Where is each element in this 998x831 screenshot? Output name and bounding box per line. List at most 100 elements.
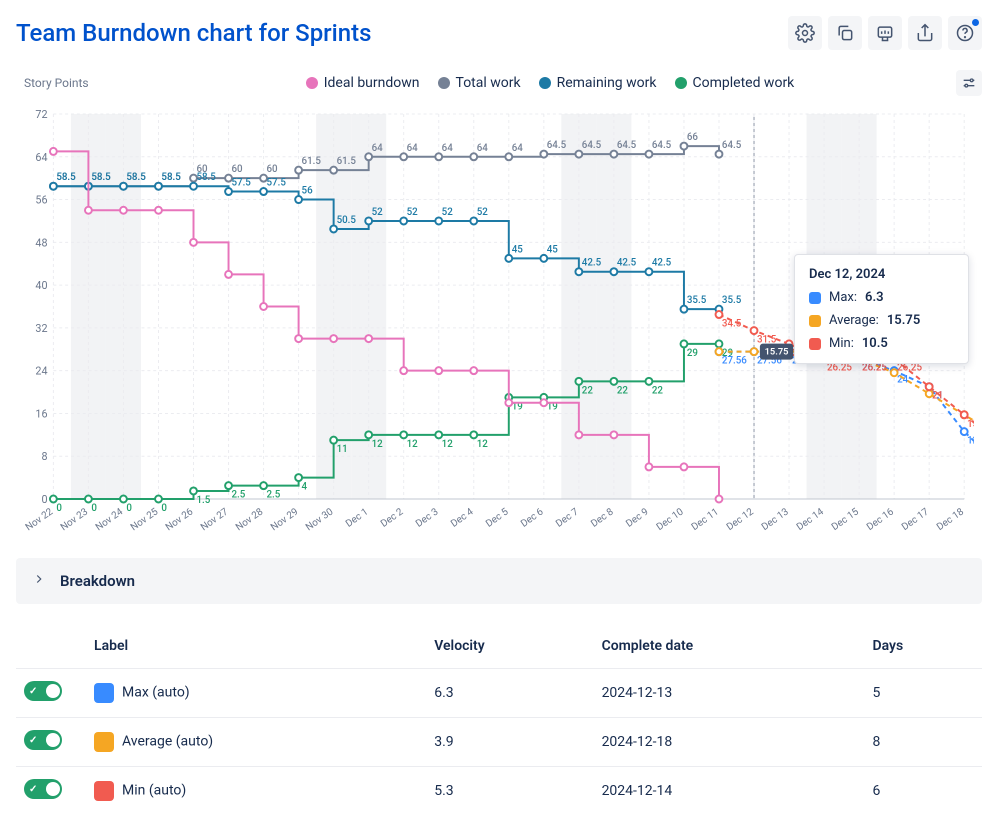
svg-text:Nov 25: Nov 25 xyxy=(129,506,161,533)
svg-text:0: 0 xyxy=(56,503,62,514)
svg-text:15.75: 15.75 xyxy=(765,347,789,358)
svg-text:Dec 9: Dec 9 xyxy=(624,506,650,530)
svg-text:Nov 23: Nov 23 xyxy=(59,506,90,533)
support-icon[interactable] xyxy=(868,16,902,50)
svg-text:Dec 5: Dec 5 xyxy=(484,506,511,530)
breakdown-accordion[interactable]: Breakdown xyxy=(16,558,982,604)
svg-text:64.5: 64.5 xyxy=(547,140,567,151)
svg-text:57.5: 57.5 xyxy=(231,177,251,188)
svg-text:26.25: 26.25 xyxy=(827,363,852,374)
svg-text:64: 64 xyxy=(372,143,383,154)
svg-text:52: 52 xyxy=(372,207,383,218)
svg-text:Dec 1: Dec 1 xyxy=(344,506,370,530)
help-icon[interactable] xyxy=(948,16,982,50)
svg-text:Dec 10: Dec 10 xyxy=(655,506,686,533)
svg-text:Dec 14: Dec 14 xyxy=(795,506,826,533)
svg-text:57.5: 57.5 xyxy=(267,177,287,188)
svg-text:Nov 27: Nov 27 xyxy=(199,506,231,533)
svg-text:12: 12 xyxy=(372,439,383,450)
svg-text:0: 0 xyxy=(161,503,167,514)
share-icon[interactable] xyxy=(908,16,942,50)
svg-text:4: 4 xyxy=(302,482,308,493)
svg-text:48: 48 xyxy=(35,236,47,249)
svg-text:Dec 13: Dec 13 xyxy=(760,506,791,533)
tooltip-date: Dec 12, 2024 xyxy=(809,267,954,282)
svg-text:0: 0 xyxy=(41,493,47,506)
svg-text:2.5: 2.5 xyxy=(267,490,281,501)
forecast-table: Label Velocity Complete date Days Max (a… xyxy=(16,628,982,815)
svg-text:50.5: 50.5 xyxy=(337,215,357,226)
svg-text:52: 52 xyxy=(442,207,453,218)
legend-item-remaining[interactable]: Remaining work xyxy=(539,75,657,91)
svg-text:Dec 4: Dec 4 xyxy=(449,506,476,530)
svg-text:56: 56 xyxy=(302,185,313,196)
y-axis-label: Story Points xyxy=(24,76,144,90)
series-toggle[interactable] xyxy=(24,779,62,799)
series-toggle[interactable] xyxy=(24,681,62,701)
svg-text:16: 16 xyxy=(35,407,47,420)
legend-item-completed[interactable]: Completed work xyxy=(675,75,795,91)
svg-text:58.5: 58.5 xyxy=(91,172,111,183)
series-swatch xyxy=(94,732,114,752)
svg-text:52: 52 xyxy=(407,207,418,218)
svg-text:64: 64 xyxy=(407,143,418,154)
svg-text:42.5: 42.5 xyxy=(582,258,602,269)
svg-text:42.5: 42.5 xyxy=(617,258,637,269)
svg-text:58.5: 58.5 xyxy=(126,172,146,183)
svg-text:12.6: 12.6 xyxy=(967,436,974,447)
svg-text:Dec 11: Dec 11 xyxy=(690,506,721,533)
svg-text:Dec 17: Dec 17 xyxy=(900,506,931,533)
svg-text:11: 11 xyxy=(337,444,348,455)
svg-text:Dec 15: Dec 15 xyxy=(830,506,861,533)
table-row: Average (auto) 3.92024-12-188 xyxy=(16,718,982,767)
svg-text:22: 22 xyxy=(617,385,628,396)
svg-text:0: 0 xyxy=(126,503,132,514)
burndown-chart[interactable]: 081624324048566472Nov 22Nov 23Nov 24Nov … xyxy=(24,104,974,544)
svg-text:29: 29 xyxy=(687,348,698,359)
page-title: Team Burndown chart for Sprints xyxy=(16,19,372,47)
svg-text:12: 12 xyxy=(442,439,453,450)
col-complete: Complete date xyxy=(594,628,865,669)
chart-filter-icon[interactable] xyxy=(956,70,982,96)
svg-text:Dec 8: Dec 8 xyxy=(589,506,616,530)
svg-text:Nov 26: Nov 26 xyxy=(164,506,196,533)
svg-text:Dec 2: Dec 2 xyxy=(379,506,406,530)
series-swatch xyxy=(94,781,114,801)
svg-text:34.5: 34.5 xyxy=(722,318,742,329)
svg-text:64: 64 xyxy=(512,143,523,154)
svg-text:64.5: 64.5 xyxy=(722,140,742,151)
svg-text:58.5: 58.5 xyxy=(196,172,216,183)
svg-text:24: 24 xyxy=(897,375,908,386)
svg-text:45: 45 xyxy=(512,244,523,255)
svg-text:64.5: 64.5 xyxy=(582,140,602,151)
svg-text:1.5: 1.5 xyxy=(196,495,210,506)
svg-text:61.5: 61.5 xyxy=(337,156,357,167)
svg-text:Dec 7: Dec 7 xyxy=(554,506,581,530)
svg-text:22: 22 xyxy=(582,385,593,396)
svg-text:32: 32 xyxy=(35,322,47,335)
svg-text:61.5: 61.5 xyxy=(302,156,322,167)
chart-tooltip: Dec 12, 2024 Max: 6.3 Average: 15.75 Min… xyxy=(794,254,969,364)
svg-text:22: 22 xyxy=(652,385,663,396)
svg-text:15.75: 15.75 xyxy=(967,419,974,430)
legend-item-ideal[interactable]: Ideal burndown xyxy=(306,75,420,91)
svg-text:Dec 6: Dec 6 xyxy=(519,506,546,530)
svg-text:56: 56 xyxy=(35,193,47,206)
svg-text:12: 12 xyxy=(407,439,418,450)
svg-text:35.5: 35.5 xyxy=(722,295,742,306)
settings-icon[interactable] xyxy=(788,16,822,50)
svg-text:Dec 18: Dec 18 xyxy=(935,506,966,533)
svg-text:52: 52 xyxy=(477,207,488,218)
svg-text:26.25: 26.25 xyxy=(862,363,887,374)
svg-text:Dec 12: Dec 12 xyxy=(725,506,756,533)
svg-text:27.56: 27.56 xyxy=(722,356,747,367)
series-toggle[interactable] xyxy=(24,730,62,750)
svg-text:64.5: 64.5 xyxy=(617,140,637,151)
svg-text:64: 64 xyxy=(442,143,453,154)
legend-item-total[interactable]: Total work xyxy=(438,75,521,91)
toolbar xyxy=(788,16,982,50)
copy-icon[interactable] xyxy=(828,16,862,50)
svg-text:Nov 30: Nov 30 xyxy=(304,506,335,533)
svg-text:8: 8 xyxy=(41,450,47,463)
svg-text:Nov 24: Nov 24 xyxy=(94,506,126,533)
